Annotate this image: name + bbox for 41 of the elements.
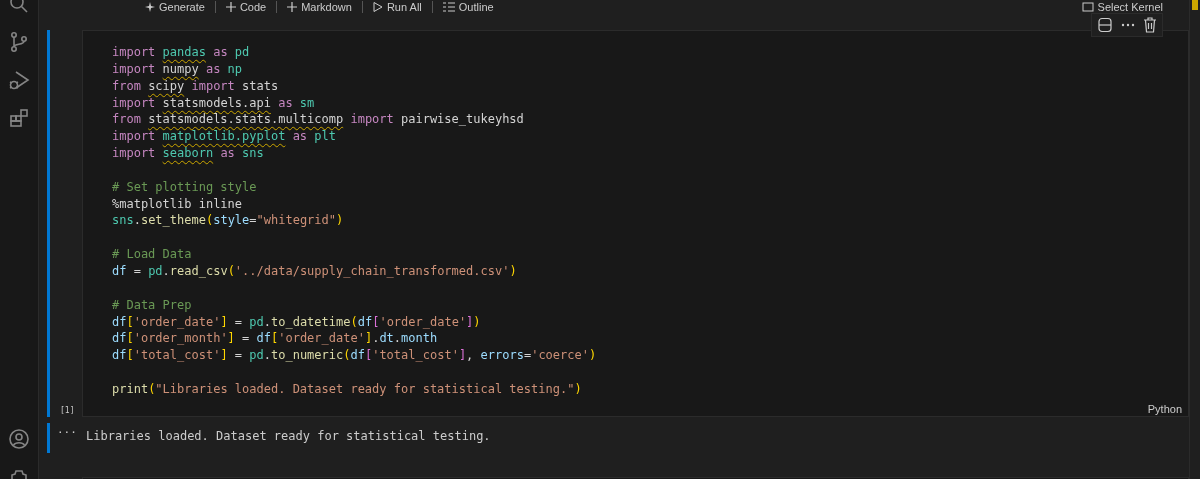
split-cell-icon[interactable] <box>1097 17 1113 33</box>
trash-icon[interactable] <box>1143 17 1157 33</box>
play-icon <box>372 2 383 12</box>
more-icon[interactable] <box>1121 23 1135 27</box>
toolbar-button[interactable]: Code <box>223 1 269 13</box>
code-line: import pandas as pd <box>112 44 250 61</box>
extensions-icon[interactable] <box>7 106 31 130</box>
account-icon[interactable] <box>7 427 31 451</box>
code-line: %matplotlib inline <box>112 195 243 213</box>
code-line: import matplotlib.pyplot as plt <box>112 128 336 146</box>
sparkle-icon <box>145 2 155 12</box>
code-line: # Data Prep <box>112 296 192 314</box>
output-menu-button[interactable]: ··· <box>57 425 77 439</box>
execution-count: [1] <box>60 405 75 415</box>
code-line: import numpy as np <box>112 60 243 78</box>
code-line: df['total_cost'] = pd.to_numeric(df['total_cost'], errors='coerce') <box>112 347 597 365</box>
toolbar-button[interactable]: Markdown <box>285 1 354 13</box>
code-line: import statsmodels.api as sm <box>112 94 315 112</box>
toolbar-button[interactable]: Run All <box>370 1 424 13</box>
language-label[interactable]: Python <box>1147 402 1182 415</box>
code-line: df = pd.read_csv('../data/supply_chain_transformed.csv') <box>112 262 517 280</box>
code-line: sns.set_theme(style="whitegrid") <box>112 212 344 230</box>
toolbar-button[interactable]: Outline <box>440 1 496 13</box>
cell-output: Libraries loaded. Dataset ready for statistical testing. <box>85 427 491 445</box>
code-line: # Set plotting style <box>112 178 257 196</box>
kernel-icon <box>1081 2 1094 12</box>
plus-icon <box>287 2 298 12</box>
plus-icon <box>225 2 236 12</box>
code-line: df['order_date'] = pd.to_datetime(df['order_date']) <box>112 313 481 331</box>
code-line: df['order_month'] = df['order_date'].dt.month <box>112 330 438 348</box>
scrollbar[interactable] <box>1189 0 1200 479</box>
select-kernel-button[interactable]: Select Kernel <box>1075 0 1169 14</box>
code-line: import seaborn as sns <box>112 145 264 162</box>
list-icon <box>442 2 455 12</box>
toolbar-button[interactable]: Generate <box>143 1 207 13</box>
code-line: # Load Data <box>112 246 192 263</box>
code-line: from scipy import stats <box>112 77 279 95</box>
code-line: from statsmodels.stats.multicomp import pairwise_tukeyhsd <box>112 111 524 129</box>
code-line: print("Libraries loaded. Dataset ready for statistical testing.") <box>112 380 582 398</box>
code-cell[interactable] <box>82 30 1189 417</box>
run-debug-icon[interactable] <box>7 68 31 92</box>
